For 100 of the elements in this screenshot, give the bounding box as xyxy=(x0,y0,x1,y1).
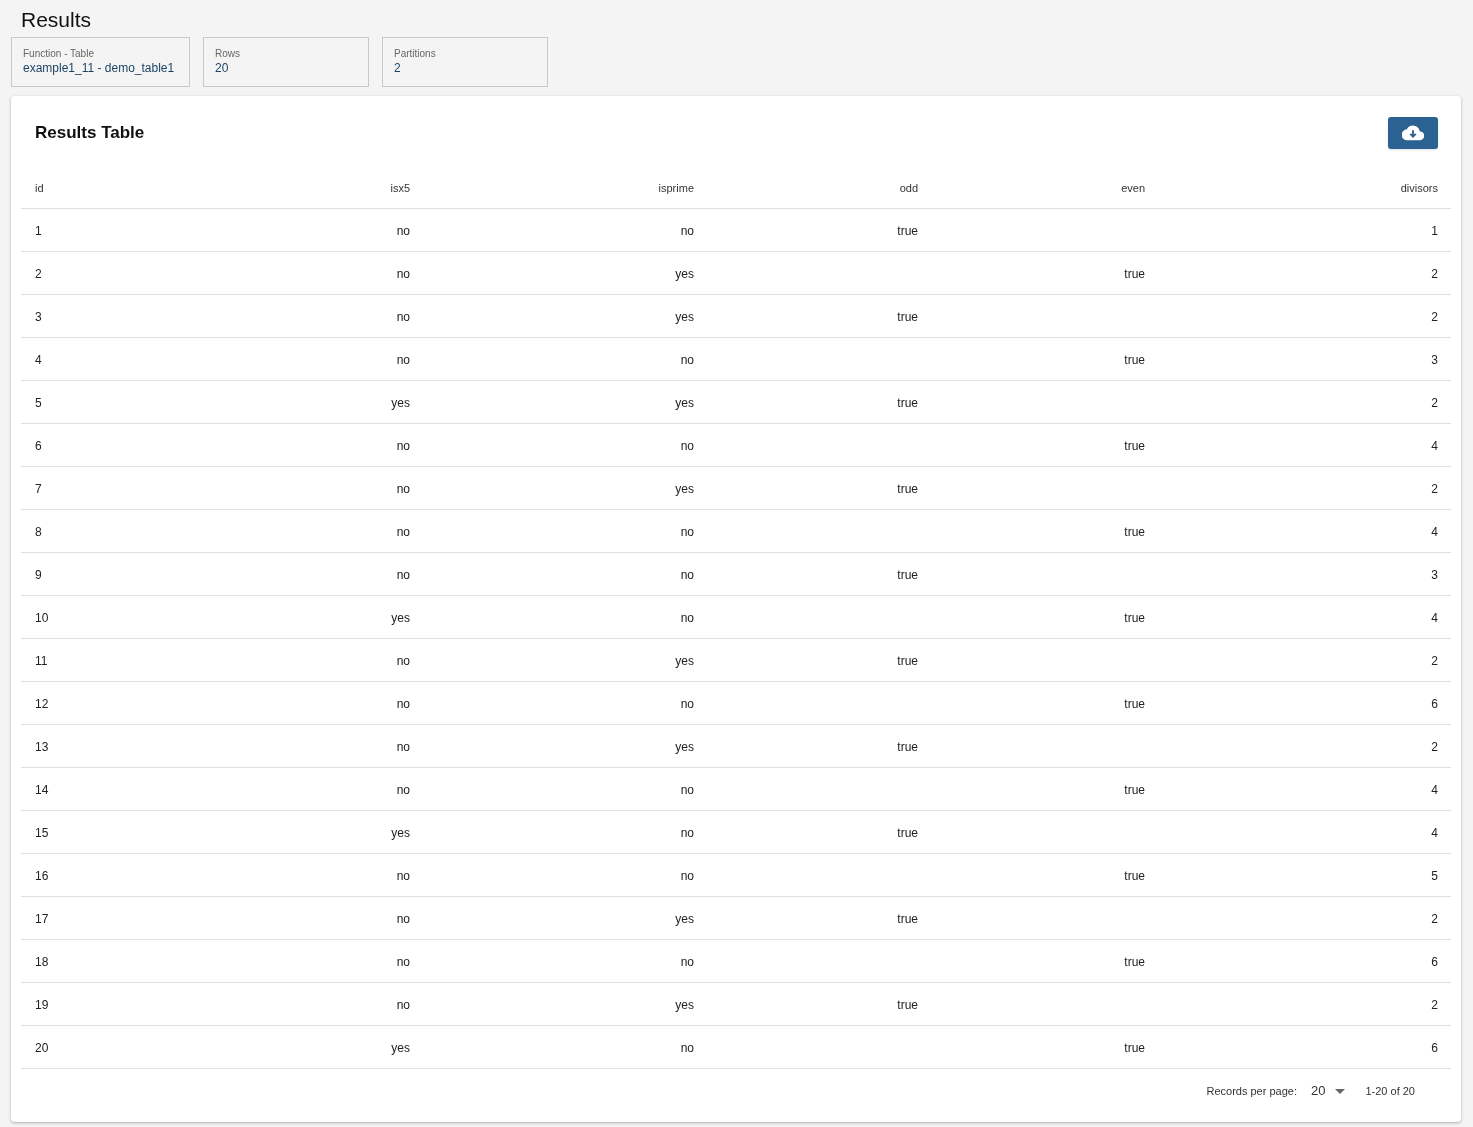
table-cell: no xyxy=(680,1041,694,1055)
table-cell: 8 xyxy=(35,525,42,539)
caret-icon xyxy=(1335,1088,1346,1094)
table-cell: true xyxy=(1124,869,1145,883)
table-cell: yes xyxy=(675,482,694,496)
table-cell: no xyxy=(396,955,410,969)
table-cell: no xyxy=(396,697,410,711)
table-cell: 11 xyxy=(35,654,48,668)
table-cell: 5 xyxy=(35,396,42,410)
table-cell: yes xyxy=(675,267,694,281)
per-page-select[interactable]: 20 xyxy=(1311,1081,1346,1101)
table-cell: no xyxy=(680,611,694,625)
table-cell: true xyxy=(897,310,918,324)
table-cell: 13 xyxy=(35,740,49,754)
table-cell: no xyxy=(680,869,694,883)
table-cell: no xyxy=(396,224,410,238)
column-header: odd xyxy=(899,182,918,194)
table-cell: 4 xyxy=(1431,525,1438,539)
info-value: 20 xyxy=(215,60,230,76)
table-cell: true xyxy=(897,482,918,496)
table-cell: true xyxy=(897,224,918,238)
table-cell: no xyxy=(680,353,694,367)
table-cell: true xyxy=(897,396,918,410)
table-cell: 2 xyxy=(1431,310,1438,324)
table-cell: 18 xyxy=(35,955,49,969)
table-cell: true xyxy=(897,998,918,1012)
table-cell: 3 xyxy=(1431,353,1438,367)
table-cell: no xyxy=(680,224,694,238)
table-cell: no xyxy=(680,525,694,539)
table-cell: true xyxy=(1124,611,1145,625)
table-cell: no xyxy=(396,310,410,324)
table-cell: true xyxy=(897,912,918,926)
table-cell: no xyxy=(396,525,410,539)
table-cell: 2 xyxy=(1431,267,1438,281)
table-cell: 1 xyxy=(35,224,42,238)
table-cell: no xyxy=(396,353,410,367)
table-cell: true xyxy=(897,654,918,668)
table-cell: no xyxy=(396,912,410,926)
table-cell: true xyxy=(1124,525,1145,539)
table-cell: 2 xyxy=(1431,998,1438,1012)
column-header: isprime xyxy=(658,182,694,194)
table-cell: no xyxy=(396,654,410,668)
table-cell: no xyxy=(396,568,410,582)
table-cell: 4 xyxy=(35,353,42,367)
table-cell: 4 xyxy=(1431,826,1438,840)
table-cell: 15 xyxy=(35,826,49,840)
table-cell: true xyxy=(1124,955,1145,969)
table-cell: 1 xyxy=(1431,224,1438,238)
table-cell: 2 xyxy=(1431,912,1438,926)
table-cell: 16 xyxy=(35,869,49,883)
table-cell: true xyxy=(897,740,918,754)
table-cell: 3 xyxy=(1431,568,1438,582)
table-cell: no xyxy=(396,869,410,883)
table-cell: true xyxy=(1124,353,1145,367)
table-cell: no xyxy=(396,267,410,281)
table-cell: 7 xyxy=(35,482,42,496)
table-cell: no xyxy=(396,439,410,453)
table-cell: 2 xyxy=(35,267,42,281)
table-cell: no xyxy=(680,568,694,582)
table-cell: 6 xyxy=(1431,955,1438,969)
table-cell: no xyxy=(396,482,410,496)
column-header: divisors xyxy=(1400,182,1438,194)
table-cell: yes xyxy=(675,396,694,410)
table-cell: yes xyxy=(391,396,410,410)
table-cell: 4 xyxy=(1431,611,1438,625)
info-label: Rows xyxy=(215,47,241,60)
table-cell: 6 xyxy=(35,439,42,453)
table-cell: 3 xyxy=(35,310,42,324)
table-cell: true xyxy=(1124,439,1145,453)
records-per-page-label: Records per page: xyxy=(1206,1083,1297,1099)
table-cell: yes xyxy=(391,611,410,625)
table-cell: 14 xyxy=(35,783,49,797)
table-cell: yes xyxy=(675,998,694,1012)
table-cell: 2 xyxy=(1431,654,1438,668)
download-button[interactable] xyxy=(1388,117,1438,149)
table-cell: yes xyxy=(391,1041,410,1055)
table-cell: no xyxy=(396,783,410,797)
info-value: example1_11 - demo_table1 xyxy=(23,60,176,76)
table-cell: true xyxy=(897,826,918,840)
table-cell: 6 xyxy=(1431,697,1438,711)
table-cell: 2 xyxy=(1431,482,1438,496)
table-cell: true xyxy=(1124,267,1145,281)
table-cell: 9 xyxy=(35,568,42,582)
info-label: Partitions xyxy=(394,47,437,60)
table-cell: 10 xyxy=(35,611,49,625)
cloud-download-icon xyxy=(1402,125,1424,141)
table-cell: yes xyxy=(675,740,694,754)
column-header: id xyxy=(35,182,44,194)
table-cell: 17 xyxy=(35,912,49,926)
table-cell: yes xyxy=(675,310,694,324)
table-cell: true xyxy=(897,568,918,582)
table-cell: 6 xyxy=(1431,1041,1438,1055)
table-cell: 2 xyxy=(1431,740,1438,754)
table-cell: no xyxy=(680,826,694,840)
table-cell: yes xyxy=(675,654,694,668)
page-range: 1-20 of 20 xyxy=(1365,1083,1415,1099)
card-title: Results Table xyxy=(35,122,145,145)
info-label: Function - Table xyxy=(23,47,95,60)
table-cell: no xyxy=(396,740,410,754)
table-cell: no xyxy=(680,955,694,969)
